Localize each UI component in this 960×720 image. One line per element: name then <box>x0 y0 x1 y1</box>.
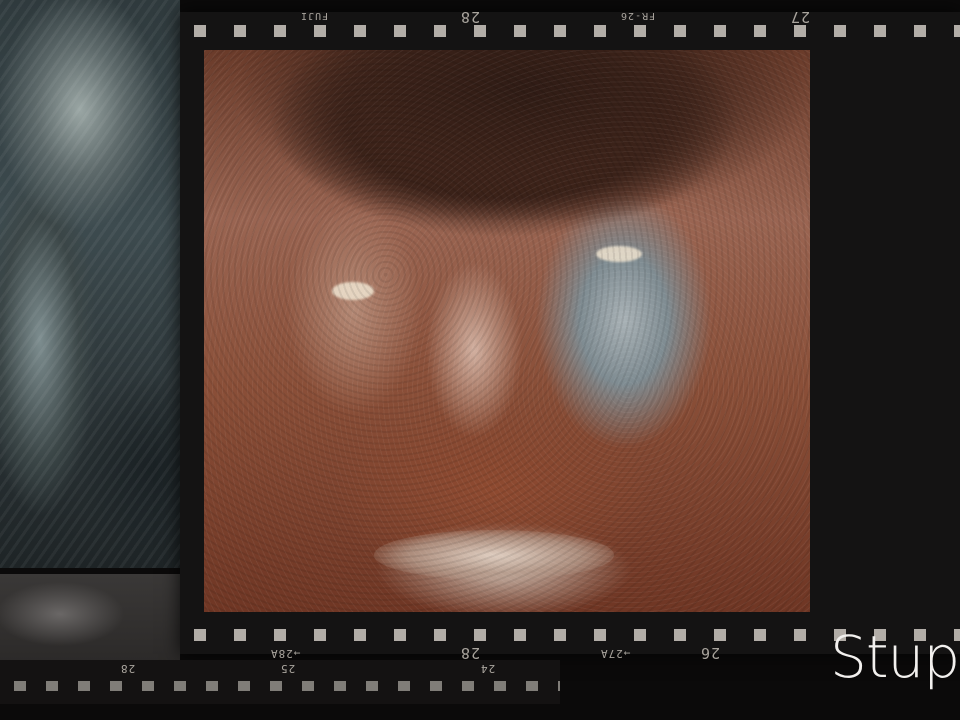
lower-film-strip: 28 25 24 <box>0 660 560 704</box>
film-edge-frame-number: 24 <box>480 662 496 675</box>
film-edge-code: →27A <box>600 647 631 660</box>
left-eye <box>332 282 374 300</box>
film-edge-frame-number: 25 <box>280 662 296 675</box>
photo-collage: FUJI 28 FR-26 27 →28A 28 →27A 26 28 25 2… <box>0 0 960 720</box>
left-bottom-photo-panel <box>0 574 180 674</box>
film-edge-frame-number: 27 <box>790 8 811 26</box>
film-edge-frame-number: 28 <box>120 662 136 675</box>
right-eye <box>596 246 642 262</box>
left-photo-panel <box>0 0 180 568</box>
hair-region <box>204 50 810 220</box>
film-edge-code: →28A <box>270 647 301 660</box>
caption-text: Stupe <box>830 623 960 691</box>
film-perforations-lower <box>0 680 560 694</box>
sculpted-face-photo <box>204 50 810 612</box>
film-edge-code: FR-26 <box>620 10 656 21</box>
film-edge-code: FUJI <box>300 10 329 21</box>
film-frame: FUJI 28 FR-26 27 →28A 28 →27A 26 <box>180 8 960 662</box>
film-edge-frame-number: 28 <box>460 8 481 26</box>
lips <box>374 530 614 580</box>
film-perforations-top <box>180 16 960 46</box>
film-edge-frame-number: 26 <box>700 644 721 662</box>
